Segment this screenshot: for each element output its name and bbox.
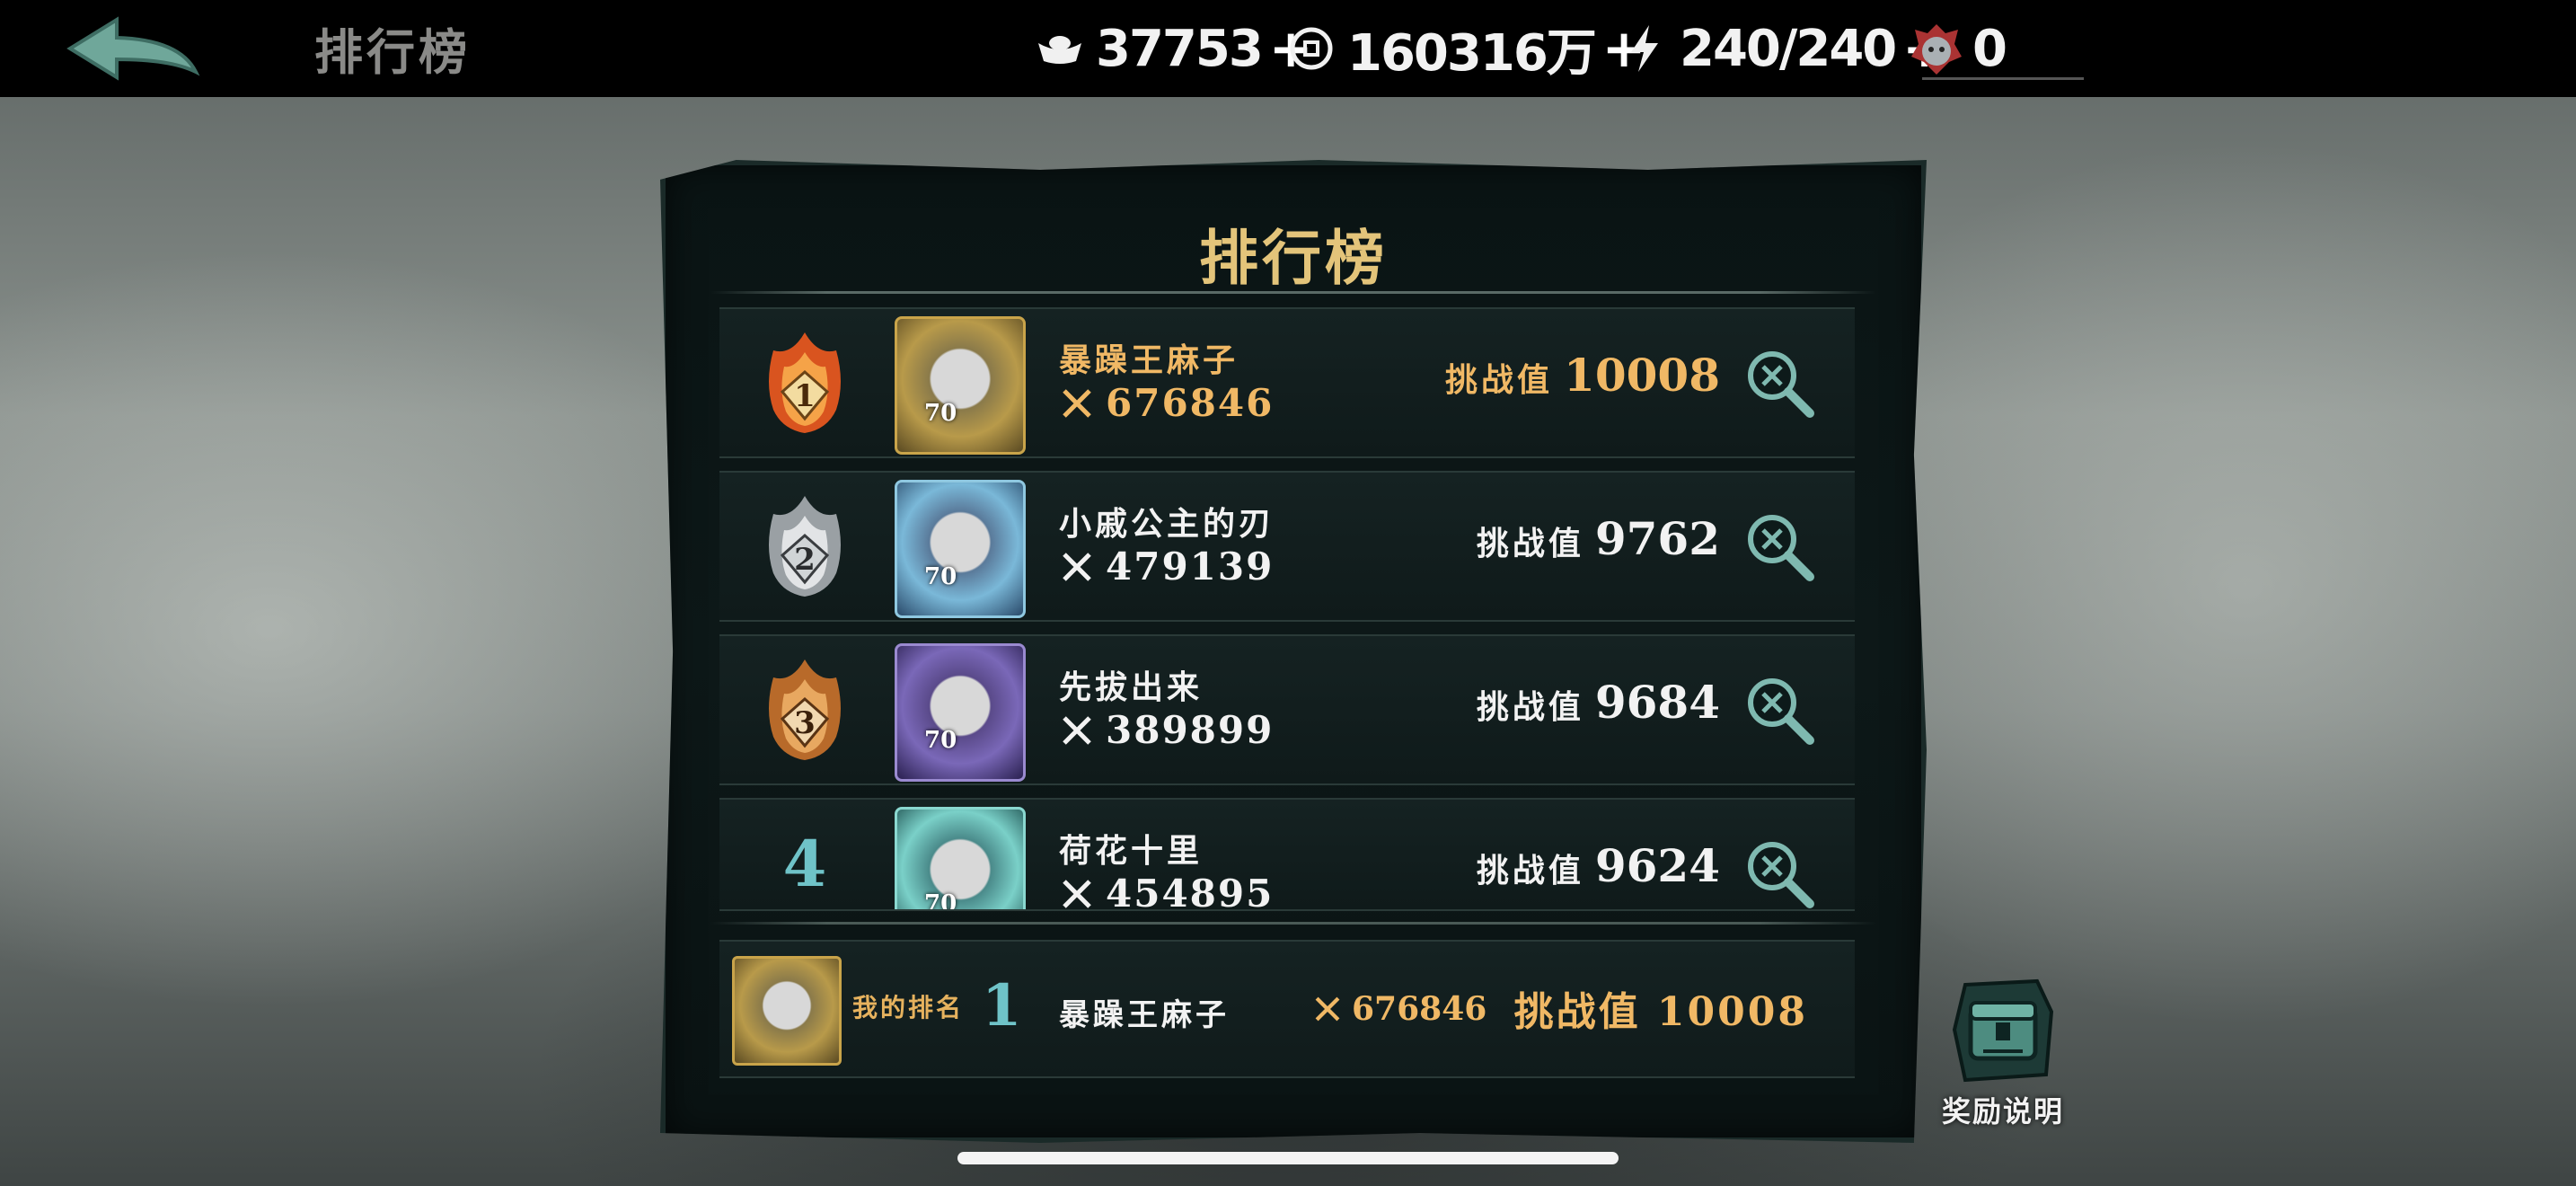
coin-icon (1284, 22, 1338, 75)
mask-underline (1922, 77, 2084, 80)
crossed-swords-icon (1063, 552, 1091, 581)
top-bar: 排行榜 37753 + 160316万 + 240/240 + 0 (0, 0, 2576, 97)
title-divider (710, 291, 1876, 294)
challenge-label: 挑战值 (1476, 688, 1584, 726)
back-button[interactable] (63, 13, 207, 86)
player-power: 479139 (1059, 544, 1274, 589)
player-name: 荷花十里 (1059, 832, 1204, 870)
my-rank-row[interactable]: 我的排名 1 暴躁王麻子 676846 挑战值 10008 (719, 940, 1855, 1078)
crossed-swords-icon (1063, 879, 1091, 908)
rank-2-number: 2 (794, 542, 816, 578)
avatar-level: 70 (924, 563, 957, 590)
silver-resource: 37753 + (1033, 16, 1312, 81)
crossed-swords-icon (1315, 996, 1340, 1022)
home-indicator[interactable] (957, 1152, 1619, 1164)
rank-3-number: 3 (794, 705, 816, 741)
player-avatar[interactable]: 70 (895, 643, 1026, 782)
coin-value: 160316万 (1347, 23, 1597, 83)
challenge-score: 挑战值 9624 (1477, 839, 1720, 892)
player-power: 389899 (1059, 708, 1274, 752)
demon-mask-icon (1910, 22, 1963, 75)
my-challenge: 挑战值 10008 (1514, 979, 1808, 1037)
challenge-score: 挑战值 9684 (1477, 676, 1720, 729)
magnifier-icon[interactable] (1742, 672, 1817, 748)
rank-2-flame-badge: 2 (769, 496, 841, 597)
my-rank-number: 1 (982, 972, 1022, 1040)
power-value: 454895 (1106, 872, 1275, 911)
rank-row-4[interactable]: 4 70 荷花十里 454895 挑战值 9624 (719, 798, 1855, 911)
challenge-value: 9624 (1594, 839, 1720, 892)
magnifier-icon[interactable] (1742, 836, 1817, 911)
challenge-label: 挑战值 (1476, 525, 1584, 562)
stamina-resource: 240/240 + (1617, 16, 1946, 81)
rank-row-3[interactable]: 3 70 先拔出来 389899 挑战值 9684 (719, 634, 1855, 785)
power-value: 676846 (1106, 381, 1275, 425)
my-challenge-label: 挑战值 (1513, 989, 1641, 1035)
my-challenge-value: 10008 (1656, 989, 1808, 1035)
avatar-level: 70 (924, 890, 957, 911)
magnifier-icon[interactable] (1742, 509, 1817, 584)
mask-resource: 0 (1910, 16, 2007, 81)
lightning-icon (1617, 22, 1671, 75)
rank-number: 4 (782, 827, 827, 901)
coin-resource: 160316万 + (1284, 16, 1645, 83)
challenge-value: 10008 (1564, 349, 1720, 402)
challenge-score: 挑战值 10008 (1445, 349, 1720, 402)
power-value: 389899 (1106, 708, 1275, 752)
player-avatar[interactable]: 70 (895, 807, 1026, 911)
rank-1-flame-badge: 1 (769, 332, 841, 433)
reward-info-button[interactable]: 奖励说明 (1931, 976, 2075, 1137)
ranking-panel: 排行榜 1 70 暴躁王麻子 676846 挑战值 10008 2 70 小戚公… (660, 160, 1927, 1143)
power-value: 479139 (1106, 544, 1275, 589)
my-name: 暴躁王麻子 (1059, 997, 1230, 1033)
magnifier-icon[interactable] (1742, 345, 1817, 420)
mask-value: 0 (1972, 19, 2007, 78)
avatar-level: 70 (924, 400, 957, 427)
my-rank-label: 我的排名 (852, 993, 965, 1022)
crossed-swords-icon (1063, 715, 1091, 745)
player-power: 454895 (1059, 872, 1275, 911)
challenge-label: 挑战值 (1445, 361, 1554, 399)
my-avatar[interactable] (732, 956, 842, 1066)
my-power: 676846 (1312, 990, 1486, 1028)
rank-row-1[interactable]: 1 70 暴躁王麻子 676846 挑战值 10008 (719, 307, 1855, 458)
rank-1-number: 1 (794, 378, 816, 414)
challenge-label: 挑战值 (1476, 852, 1584, 890)
page-title: 排行榜 (314, 23, 471, 81)
player-name: 小戚公主的刃 (1059, 505, 1275, 543)
player-name: 暴躁王麻子 (1059, 341, 1239, 379)
challenge-value: 9684 (1594, 676, 1720, 729)
rank-3-flame-badge: 3 (769, 659, 841, 760)
panel-title: 排行榜 (1199, 223, 1388, 293)
stamina-value: 240/240 (1680, 19, 1897, 78)
treasure-chest-icon (1952, 978, 2054, 1083)
rank-row-2[interactable]: 2 70 小戚公主的刃 479139 挑战值 9762 (719, 471, 1855, 622)
avatar-level: 70 (924, 727, 957, 754)
player-name: 先拔出来 (1059, 668, 1204, 706)
reward-label: 奖励说明 (1941, 1094, 2064, 1128)
player-avatar[interactable]: 70 (895, 316, 1026, 455)
challenge-score: 挑战值 9762 (1477, 512, 1720, 565)
my-power-value: 676846 (1352, 990, 1487, 1028)
crossed-swords-icon (1063, 388, 1091, 418)
challenge-value: 9762 (1594, 512, 1720, 565)
silver-value: 37753 (1096, 19, 1264, 78)
player-avatar[interactable]: 70 (895, 480, 1026, 618)
back-arrow-icon (66, 16, 200, 81)
player-power: 676846 (1059, 381, 1274, 425)
list-divider (710, 922, 1876, 925)
silver-ingot-icon (1033, 22, 1087, 75)
